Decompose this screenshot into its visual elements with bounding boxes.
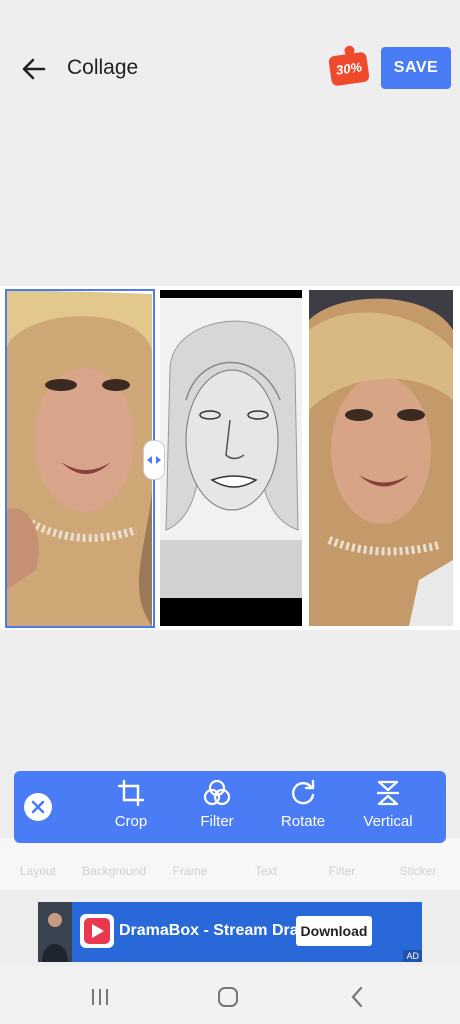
top-bar: Collage 30% SAVE [0, 0, 460, 110]
ad-title: DramaBox - Stream Dra [119, 922, 299, 939]
sketch-image [160, 290, 302, 626]
chevron-left-icon [351, 986, 363, 1008]
crop-button[interactable]: Crop [91, 779, 171, 830]
home-button[interactable] [213, 982, 243, 1012]
rotate-button[interactable]: Rotate [263, 779, 343, 830]
portrait-image [309, 290, 453, 626]
resize-handle[interactable] [143, 440, 165, 480]
collage-photo-3[interactable] [309, 290, 453, 626]
crop-label: Crop [114, 813, 148, 830]
split-arrows-icon [147, 456, 161, 464]
ad-label: AD [403, 950, 422, 962]
bottom-menu: Layout Background Frame Text Filter Stic… [0, 838, 460, 890]
menu-item-frame[interactable]: Frame [152, 864, 228, 878]
collage-photo-2[interactable] [160, 290, 302, 626]
rotate-label: Rotate [280, 813, 326, 830]
recent-apps-button[interactable] [85, 982, 115, 1012]
vertical-label: Vertical [363, 813, 413, 830]
flip-vertical-button[interactable]: Vertical [348, 779, 428, 830]
crop-icon [117, 779, 145, 807]
system-nav-bar [0, 966, 460, 1024]
close-icon [31, 800, 45, 814]
menu-item-sticker[interactable]: Sticker [380, 864, 456, 878]
flip-vertical-icon [377, 780, 399, 806]
menu-item-background[interactable]: Background [76, 864, 152, 878]
filter-label: Filter [200, 813, 234, 830]
arrow-left-icon [22, 58, 46, 80]
menu-item-layout[interactable]: Layout [0, 864, 76, 878]
system-back-button[interactable] [342, 982, 372, 1012]
home-icon [218, 987, 238, 1007]
ad-download-button[interactable]: Download [296, 916, 372, 946]
filter-button[interactable]: Filter [177, 779, 257, 830]
ad-banner[interactable]: DramaBox - Stream Dra Download AD [38, 902, 422, 962]
rotate-icon [292, 779, 315, 805]
ad-thumbnail [38, 902, 72, 962]
close-toolbar-button[interactable] [24, 793, 52, 821]
filter-icon [203, 779, 231, 806]
menu-item-filter[interactable]: Filter [304, 864, 380, 878]
save-button[interactable]: SAVE [381, 47, 451, 89]
discount-badge[interactable]: 30% [328, 51, 370, 87]
edit-toolbar: Crop Filter Rotate Vertical [14, 771, 446, 843]
recent-apps-icon [92, 989, 108, 1005]
back-button[interactable] [18, 54, 50, 84]
portrait-image [6, 290, 152, 626]
collage-photo-1[interactable] [6, 290, 152, 626]
menu-item-text[interactable]: Text [228, 864, 304, 878]
collage-canvas [0, 286, 460, 630]
page-title: Collage [67, 56, 139, 79]
dramabox-logo-icon [80, 914, 114, 948]
